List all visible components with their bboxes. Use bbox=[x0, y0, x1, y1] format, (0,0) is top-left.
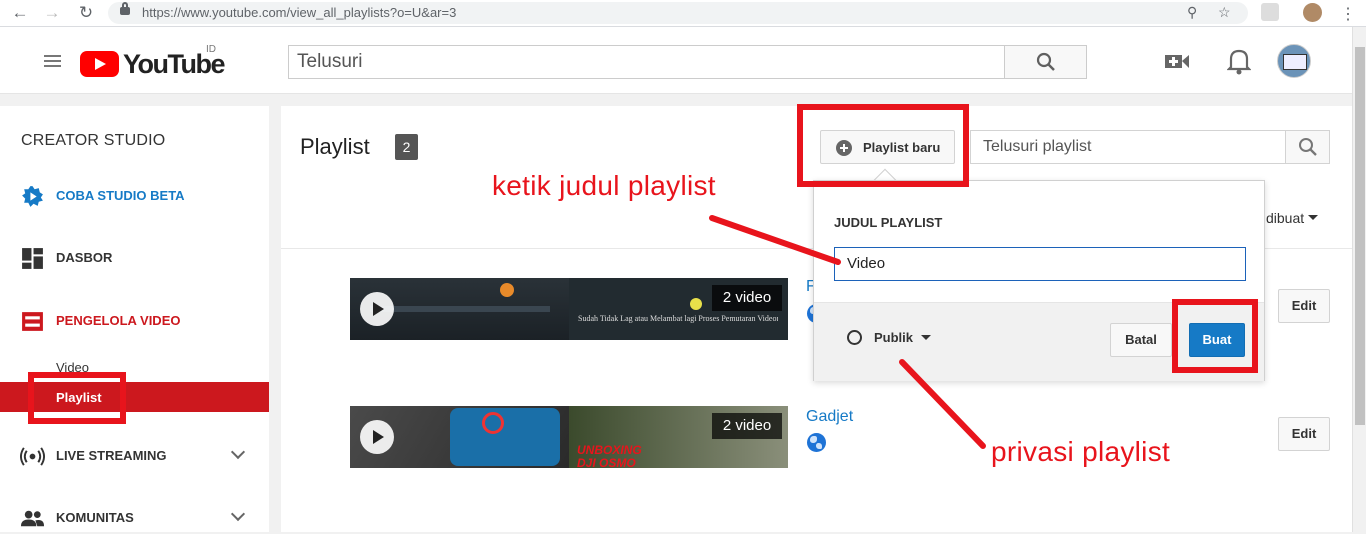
arrow-to-title-input bbox=[709, 215, 841, 265]
arrow-to-privacy bbox=[899, 359, 986, 449]
annotation-title-hint: ketik judul playlist bbox=[492, 170, 716, 201]
annotation-privacy-hint: privasi playlist bbox=[991, 436, 1171, 467]
